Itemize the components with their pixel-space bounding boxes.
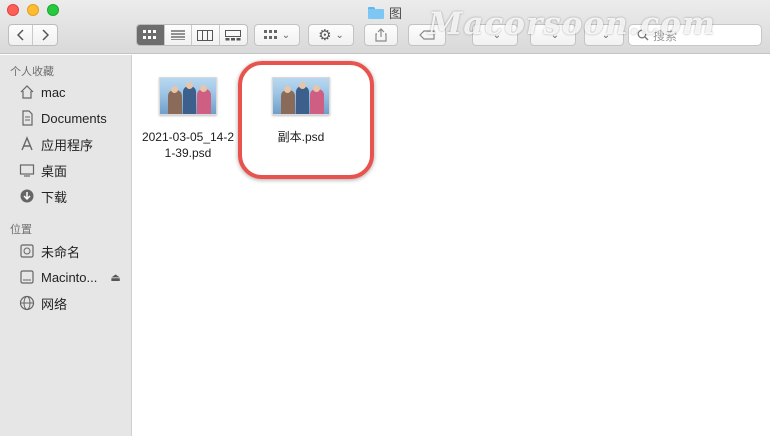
chevron-down-icon: ⌄ xyxy=(281,29,291,41)
disk-icon xyxy=(18,268,36,286)
sidebar-item-applications[interactable]: 应用程序 xyxy=(18,133,130,155)
folder-icon xyxy=(368,6,384,19)
highlight-annotation xyxy=(238,61,374,179)
group-grid-icon xyxy=(263,30,277,39)
list-view-button[interactable] xyxy=(165,25,192,45)
forward-button[interactable] xyxy=(33,25,57,45)
sidebar-item-label: 应用程序 xyxy=(41,137,94,153)
applications-icon xyxy=(18,135,36,153)
close-button[interactable] xyxy=(7,4,19,16)
window-controls xyxy=(7,4,59,16)
window-title: 图 xyxy=(368,3,402,22)
sidebar-item-label: Macinto... xyxy=(41,269,98,285)
file-item[interactable]: 2021-03-05_14-2 1-39.psd xyxy=(133,77,243,161)
columns-icon xyxy=(197,29,214,41)
sidebar-item-mac[interactable]: mac xyxy=(18,81,130,103)
back-button[interactable] xyxy=(9,25,34,45)
sidebar-item-label: Documents xyxy=(41,110,107,126)
chevron-left-icon xyxy=(16,29,24,41)
sidebar-item-label: 下载 xyxy=(41,189,68,205)
toolbar: 图 ⌄ ⚙ ⌄ ⌄ ⌄ ⌄ 搜索 Macorsoon.com xyxy=(0,0,770,54)
sidebar-item-desktop[interactable]: 桌面 xyxy=(18,159,130,181)
sidebar-item-documents[interactable]: Documents xyxy=(18,107,130,129)
disk-icon xyxy=(18,242,36,260)
chevron-right-icon xyxy=(42,29,49,41)
watermark: Macorsoon.com xyxy=(428,6,716,42)
download-icon xyxy=(18,187,36,205)
desktop-icon xyxy=(18,161,36,179)
share-icon xyxy=(375,28,387,42)
sidebar: 个人收藏 mac Documents 应用程序 桌面 下载 位置 未命名 Mac… xyxy=(0,55,132,436)
file-name: 2021-03-05_14-2 1-39.psd xyxy=(141,130,235,160)
minimize-button[interactable] xyxy=(27,4,39,16)
maximize-button[interactable] xyxy=(47,4,59,16)
locations-section-title: 位置 xyxy=(10,224,32,236)
group-by-button[interactable]: ⌄ xyxy=(254,24,300,46)
sidebar-item-label: 未命名 xyxy=(41,244,81,260)
icon-view-button[interactable] xyxy=(137,25,165,45)
gallery-icon xyxy=(225,29,242,40)
sidebar-item-label: 桌面 xyxy=(41,163,68,179)
file-browser: 2021-03-05_14-2 1-39.psd 副本.psd xyxy=(133,55,770,436)
sidebar-item-untitled[interactable]: 未命名 xyxy=(18,240,130,262)
sidebar-item-label: mac xyxy=(41,84,66,100)
column-view-button[interactable] xyxy=(192,25,220,45)
sidebar-item-downloads[interactable]: 下载 xyxy=(18,185,130,207)
gear-icon: ⚙ xyxy=(318,27,332,44)
list-icon xyxy=(170,30,185,40)
grid-icon xyxy=(143,30,157,39)
sidebar-item-macintosh[interactable]: Macinto... ⏏ xyxy=(18,266,130,288)
chevron-down-icon: ⌄ xyxy=(335,29,344,41)
gallery-view-button[interactable] xyxy=(220,25,247,45)
network-icon xyxy=(18,294,36,312)
document-icon xyxy=(18,109,36,127)
action-menu-button[interactable]: ⚙ ⌄ xyxy=(308,24,354,46)
share-button[interactable] xyxy=(364,24,398,46)
sidebar-item-label: 网络 xyxy=(41,296,68,312)
view-mode-switcher xyxy=(136,24,248,46)
psd-thumbnail xyxy=(159,77,217,115)
home-icon xyxy=(18,83,36,101)
eject-icon[interactable]: ⏏ xyxy=(110,271,120,284)
window-title-text: 图 xyxy=(389,6,403,21)
finder-window: 图 ⌄ ⚙ ⌄ ⌄ ⌄ ⌄ 搜索 Macorsoon.com 个人收藏 mac … xyxy=(0,0,770,436)
sidebar-item-network[interactable]: 网络 xyxy=(18,292,130,314)
favorites-section-title: 个人收藏 xyxy=(10,66,54,78)
navigation-buttons xyxy=(8,24,58,46)
